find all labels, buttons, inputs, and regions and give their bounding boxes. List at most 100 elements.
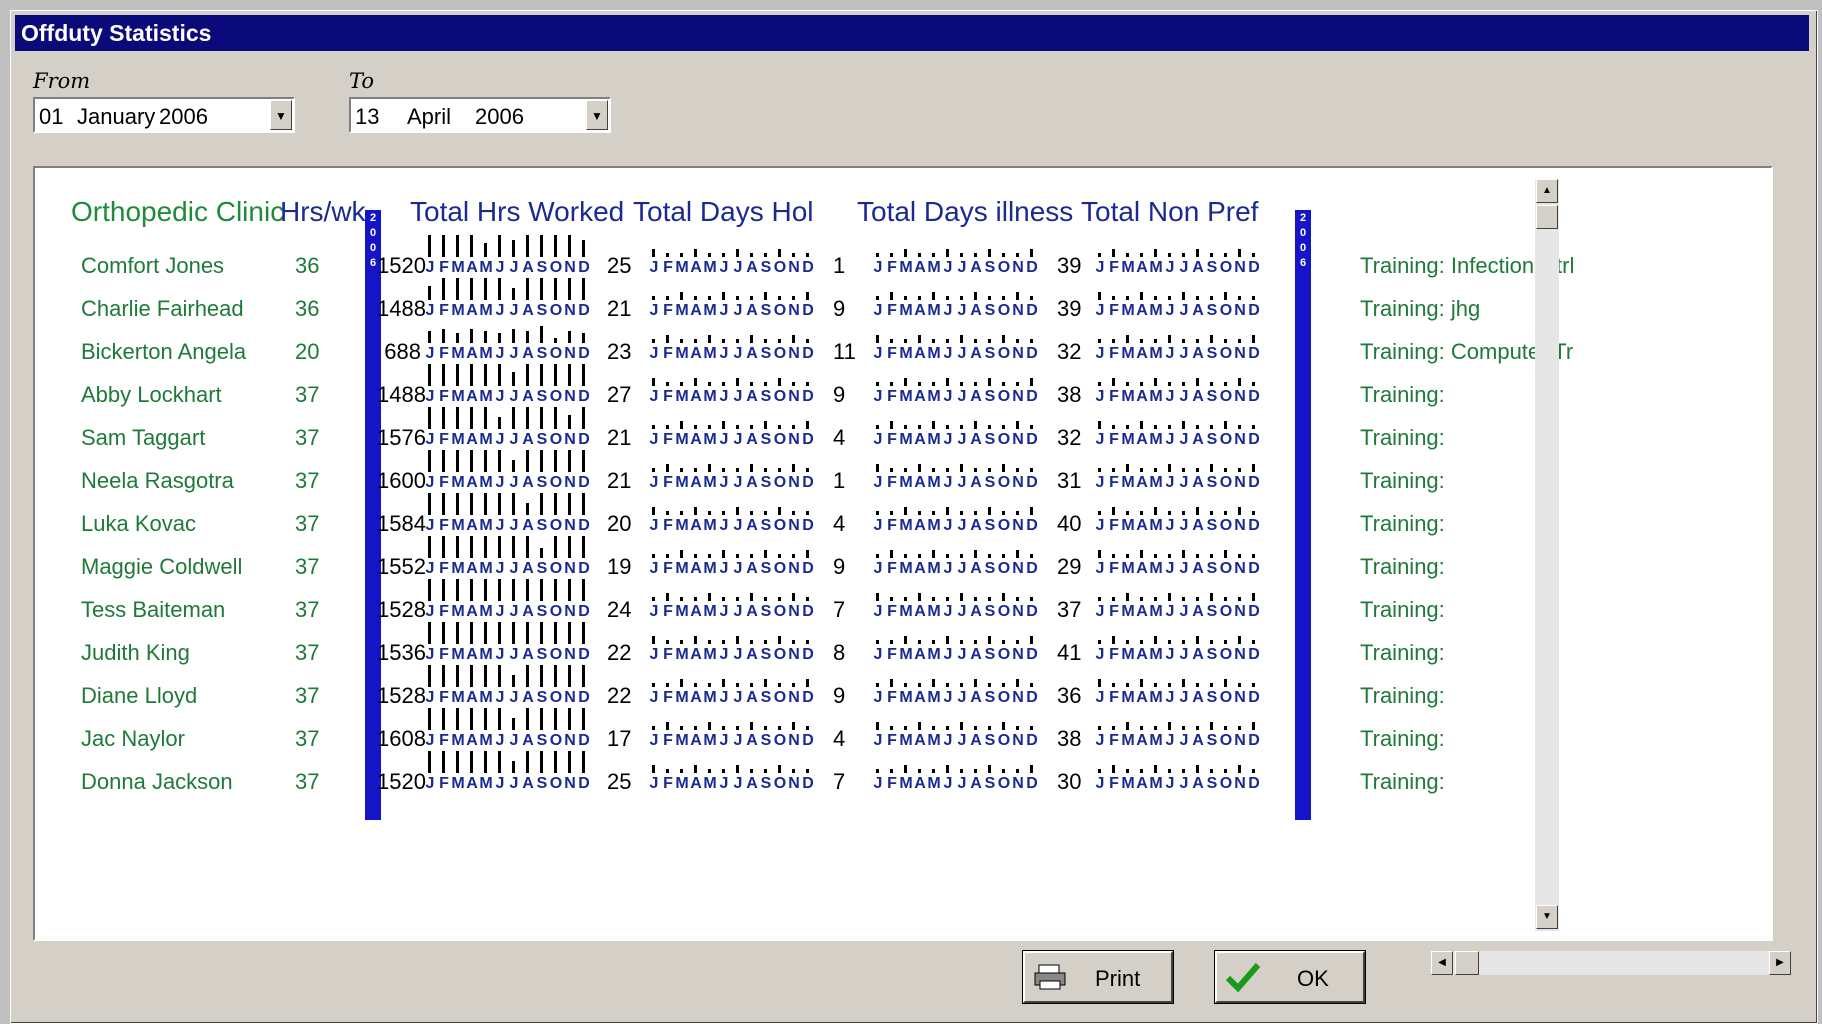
tick-mark: [1112, 636, 1115, 644]
month-letter: J: [943, 603, 953, 620]
to-date-combo[interactable]: 13 April 2006 ▼: [349, 97, 611, 133]
month-letter: F: [439, 646, 449, 663]
scroll-thumb[interactable]: [1536, 205, 1558, 229]
tick-mark: [904, 296, 907, 300]
month-letter: N: [1012, 560, 1024, 577]
non-pref-value: 40: [1057, 511, 1082, 536]
from-date-combo[interactable]: 01 January 2006 ▼: [33, 97, 295, 133]
month-letter: J: [719, 775, 729, 792]
month-letter: M: [899, 603, 913, 620]
tick-mark: [946, 507, 949, 515]
hscroll-thumb[interactable]: [1455, 951, 1479, 975]
hours-bar: [582, 665, 585, 687]
tick-mark: [932, 253, 935, 257]
month-letter: N: [788, 603, 800, 620]
tick-mark: [904, 554, 907, 558]
hours-bar: [470, 364, 473, 386]
staff-name: Sam Taggart: [81, 425, 206, 450]
tick-mark: [974, 679, 977, 687]
to-dropdown-button[interactable]: ▼: [586, 100, 608, 130]
month-letter: S: [1206, 259, 1218, 276]
month-letter: A: [522, 259, 534, 276]
hours-bar: [470, 278, 473, 300]
month-letter: A: [914, 345, 926, 362]
tick-mark: [1002, 296, 1005, 300]
tick-mark: [1030, 726, 1033, 730]
tick-mark: [974, 468, 977, 472]
tick-mark: [1098, 292, 1101, 300]
scroll-left-button[interactable]: ◀: [1431, 951, 1453, 975]
month-letter: O: [549, 517, 563, 534]
month-letter: A: [690, 732, 702, 749]
month-letter: D: [1026, 302, 1038, 319]
tick-mark: [932, 550, 935, 558]
tick-mark: [1168, 769, 1171, 773]
month-letter: M: [899, 775, 913, 792]
month-axis: JFMAMJJASOND: [423, 560, 591, 578]
tick-mark: [988, 636, 991, 644]
tick-mark: [1252, 464, 1255, 472]
hours-bar: [540, 493, 543, 515]
month-letter: M: [1149, 732, 1163, 749]
month-letter: J: [425, 689, 435, 706]
tick-mark: [1224, 597, 1227, 601]
hours-bar: [540, 751, 543, 773]
tick-mark: [764, 468, 767, 472]
month-letter: M: [675, 689, 689, 706]
month-letter: D: [1248, 302, 1260, 319]
hours-bar: [554, 536, 557, 558]
vertical-scrollbar[interactable]: ▲ ▼: [1535, 179, 1559, 931]
tick-mark: [666, 722, 669, 730]
tick-mark: [1182, 339, 1185, 343]
tick-mark: [778, 726, 781, 730]
month-letter: A: [466, 517, 478, 534]
tick-mark: [694, 636, 697, 644]
staff-hrs-per-week: 20: [295, 339, 320, 364]
year-digit: 0: [1299, 242, 1307, 254]
month-letter: S: [984, 431, 996, 448]
month-letter: D: [578, 560, 590, 577]
month-letter: M: [899, 259, 913, 276]
month-axis: JFMAMJJASOND: [423, 474, 591, 492]
tick-mark: [918, 593, 921, 601]
month-letter: O: [549, 345, 563, 362]
days-hol-value: 23: [607, 339, 632, 364]
tick-mark: [1016, 769, 1019, 773]
hours-bar: [428, 622, 431, 644]
month-axis: JFMAMJJASOND: [871, 388, 1039, 406]
tick-mark: [736, 765, 739, 773]
from-month: January: [77, 104, 156, 129]
month-letter: D: [1026, 517, 1038, 534]
tick-mark: [988, 683, 991, 687]
month-letter: S: [984, 259, 996, 276]
month-axis: JFMAMJJASOND: [871, 431, 1039, 449]
ok-button[interactable]: OK: [1214, 950, 1366, 1004]
tick-mark: [1030, 425, 1033, 429]
staff-name: Tess Baiteman: [81, 597, 226, 622]
month-letter: O: [997, 302, 1011, 319]
hours-bar: [512, 288, 515, 300]
month-letter: J: [425, 345, 435, 362]
month-letter: A: [466, 474, 478, 491]
month-letter: J: [425, 517, 435, 534]
staff-name: Donna Jackson: [81, 769, 233, 794]
month-letter: A: [466, 775, 478, 792]
scroll-up-button[interactable]: ▲: [1536, 179, 1558, 203]
month-letter: N: [1012, 474, 1024, 491]
month-letter: N: [1012, 775, 1024, 792]
tick-mark: [876, 464, 879, 472]
tick-mark: [1098, 421, 1101, 429]
tick-mark: [1016, 597, 1019, 601]
month-letter: M: [899, 388, 913, 405]
hours-bar: [512, 675, 515, 687]
tick-mark: [1140, 726, 1143, 730]
month-letter: O: [549, 603, 563, 620]
from-dropdown-button[interactable]: ▼: [270, 100, 292, 130]
print-button[interactable]: Print: [1022, 950, 1174, 1004]
scroll-right-button[interactable]: ▶: [1769, 951, 1791, 975]
month-letter: O: [997, 474, 1011, 491]
horizontal-scrollbar[interactable]: ◀ ▶: [1431, 951, 1791, 975]
tick-mark: [1196, 683, 1199, 687]
tick-mark: [1030, 468, 1033, 472]
scroll-down-button[interactable]: ▼: [1536, 905, 1558, 929]
